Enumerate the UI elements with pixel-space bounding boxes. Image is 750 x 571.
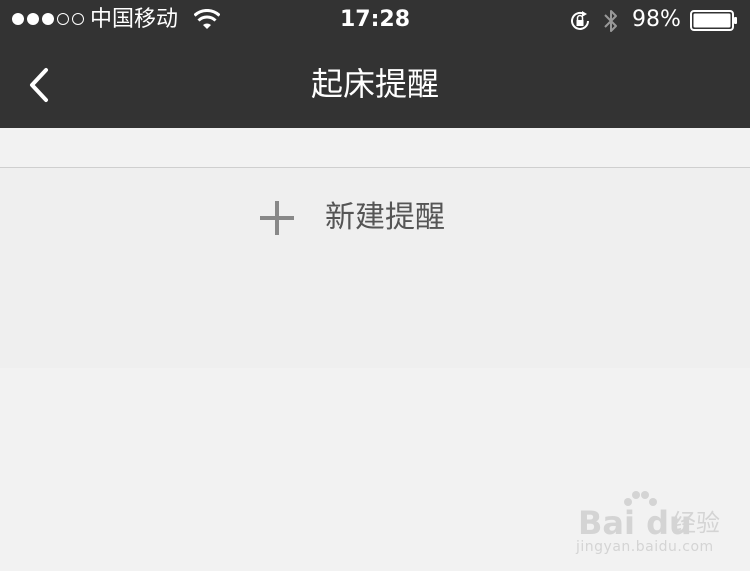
- new-reminder-button[interactable]: 新建提醒: [0, 168, 750, 266]
- battery-percentage: 98%: [632, 7, 681, 32]
- top-bar: 中国移动 17:28 98% 起床提醒: [0, 0, 750, 128]
- navigation-bar: 起床提醒: [0, 40, 750, 128]
- bluetooth-icon: [604, 10, 617, 32]
- plus-icon: [260, 201, 294, 235]
- status-bar: 中国移动 17:28 98%: [0, 0, 750, 40]
- rotation-lock-icon: [571, 11, 589, 30]
- baidu-jingyan-watermark: Bai du 经验 jingyan.baidu.com: [572, 488, 722, 568]
- reminder-list: 新建提醒: [0, 167, 750, 267]
- watermark-label: 经验: [672, 509, 720, 537]
- battery-icon: [690, 10, 737, 31]
- page-title: 起床提醒: [310, 65, 439, 103]
- new-reminder-label: 新建提醒: [325, 200, 445, 235]
- empty-area: [0, 266, 750, 368]
- watermark-url: jingyan.baidu.com: [576, 539, 714, 555]
